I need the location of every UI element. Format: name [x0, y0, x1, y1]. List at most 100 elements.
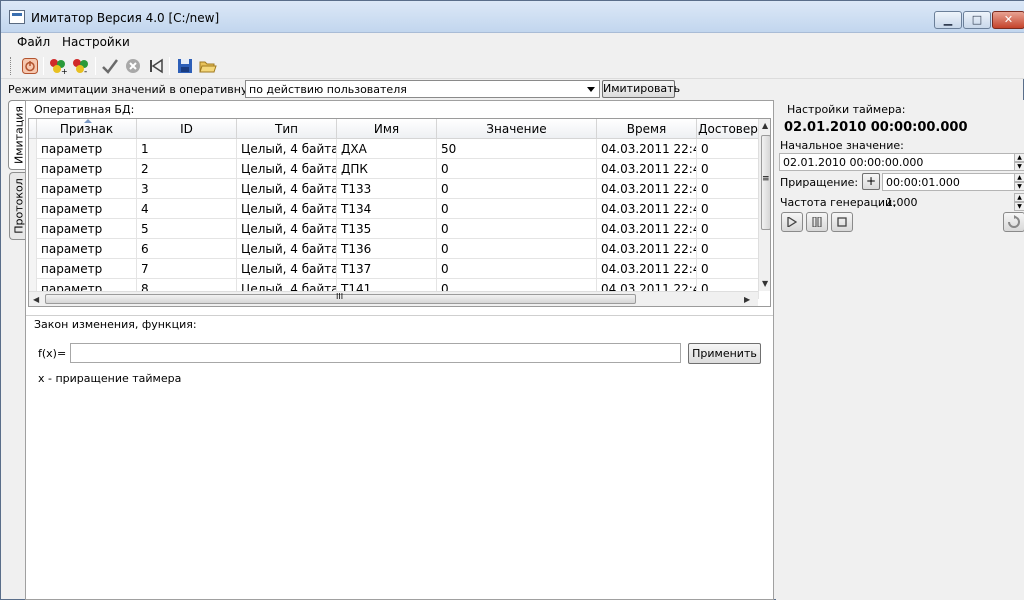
- table-cell[interactable]: 0: [437, 219, 597, 239]
- increment-field[interactable]: 00:00:01.000 ▲ ▼: [882, 173, 1024, 191]
- table-cell[interactable]: 1: [137, 139, 237, 159]
- table-row[interactable]: параметр 3 Целый, 4 байта Т133 0 04.03.2011 2…: [29, 179, 759, 199]
- spin-up-icon[interactable]: ▲: [1014, 153, 1024, 162]
- skip-start-icon[interactable]: [146, 56, 166, 76]
- horizontal-scrollbar[interactable]: ◀ III ▶: [29, 291, 758, 306]
- spin-up-icon[interactable]: ▲: [1014, 193, 1024, 202]
- table-cell[interactable]: Целый, 4 байта: [237, 199, 337, 219]
- table-cell[interactable]: 0: [697, 179, 759, 199]
- row-header[interactable]: [29, 199, 37, 219]
- spin-down-icon[interactable]: ▼: [1014, 182, 1024, 191]
- pause-button[interactable]: [806, 212, 828, 232]
- cancel-icon[interactable]: [123, 56, 143, 76]
- column-header[interactable]: Имя: [337, 119, 437, 139]
- table-cell[interactable]: 0: [697, 219, 759, 239]
- refresh-button[interactable]: [1003, 212, 1024, 232]
- save-icon[interactable]: [175, 56, 195, 76]
- apply-button[interactable]: Применить: [688, 343, 761, 364]
- fx-input[interactable]: [70, 343, 681, 363]
- close-button[interactable]: ✕: [992, 11, 1024, 29]
- table-cell[interactable]: 3: [137, 179, 237, 199]
- table-cell[interactable]: 0: [697, 199, 759, 219]
- table-cell[interactable]: параметр: [37, 239, 137, 259]
- scroll-down-icon[interactable]: ▼: [762, 279, 768, 288]
- menu-settings[interactable]: Настройки: [62, 35, 130, 49]
- table-cell[interactable]: Целый, 4 байта: [237, 259, 337, 279]
- scroll-right-icon[interactable]: ▶: [744, 295, 750, 304]
- spin-up-icon[interactable]: ▲: [1014, 173, 1024, 182]
- remove-parameters-icon[interactable]: -: [71, 56, 91, 76]
- horizontal-scroll-thumb[interactable]: III: [45, 292, 636, 304]
- table-cell[interactable]: 04.03.2011 22:4...: [597, 239, 697, 259]
- column-header[interactable]: Тип: [237, 119, 337, 139]
- table-cell[interactable]: 0: [437, 159, 597, 179]
- add-parameters-icon[interactable]: +: [48, 56, 68, 76]
- table-cell[interactable]: Целый, 4 байта: [237, 219, 337, 239]
- row-header[interactable]: [29, 139, 37, 159]
- table-row[interactable]: параметр 5 Целый, 4 байта Т135 0 04.03.2011 2…: [29, 219, 759, 239]
- power-icon[interactable]: [20, 56, 40, 76]
- table-cell[interactable]: 04.03.2011 22:4...: [597, 259, 697, 279]
- increment-sign-button[interactable]: +: [862, 173, 880, 190]
- vertical-scroll-thumb[interactable]: ≡: [761, 135, 770, 230]
- table-cell[interactable]: Т137: [337, 259, 437, 279]
- table-cell[interactable]: параметр: [37, 219, 137, 239]
- table-cell[interactable]: 5: [137, 219, 237, 239]
- table-cell[interactable]: Т134: [337, 199, 437, 219]
- table-row[interactable]: параметр 6 Целый, 4 байта Т136 0 04.03.2011 2…: [29, 239, 759, 259]
- open-folder-icon[interactable]: [198, 56, 218, 76]
- table-cell[interactable]: 04.03.2011 22:4...: [597, 159, 697, 179]
- play-button[interactable]: [781, 212, 803, 232]
- scroll-left-icon[interactable]: ◀: [33, 295, 39, 304]
- table-row[interactable]: параметр 2 Целый, 4 байта ДПК 0 04.03.2011 22…: [29, 159, 759, 179]
- table-cell[interactable]: Целый, 4 байта: [237, 159, 337, 179]
- row-header[interactable]: [29, 179, 37, 199]
- row-header[interactable]: [29, 259, 37, 279]
- stop-button[interactable]: [831, 212, 853, 232]
- column-header[interactable]: Достовер: [697, 119, 759, 139]
- column-header[interactable]: Значение: [437, 119, 597, 139]
- toolbar-grip[interactable]: [10, 57, 13, 75]
- table-cell[interactable]: параметр: [37, 199, 137, 219]
- table-cell[interactable]: 6: [137, 239, 237, 259]
- column-header[interactable]: ID: [137, 119, 237, 139]
- table-cell[interactable]: 50: [437, 139, 597, 159]
- scroll-up-icon[interactable]: ▲: [762, 121, 768, 130]
- table-cell[interactable]: Т135: [337, 219, 437, 239]
- simulate-button[interactable]: Имитировать: [602, 80, 680, 98]
- table-cell[interactable]: 7: [137, 259, 237, 279]
- menu-file[interactable]: Файл: [17, 35, 50, 49]
- maximize-button[interactable]: □: [963, 11, 991, 29]
- table-cell[interactable]: 0: [437, 259, 597, 279]
- table-cell[interactable]: 0: [697, 239, 759, 259]
- table-cell[interactable]: 04.03.2011 22:4...: [597, 139, 697, 159]
- table-cell[interactable]: параметр: [37, 259, 137, 279]
- table-row[interactable]: параметр 1 Целый, 4 байта ДХА 50 04.03.2011 2…: [29, 139, 759, 159]
- table-cell[interactable]: 4: [137, 199, 237, 219]
- table-cell[interactable]: Т136: [337, 239, 437, 259]
- minimize-button[interactable]: ▁: [934, 11, 962, 29]
- row-header[interactable]: [29, 219, 37, 239]
- table-row[interactable]: параметр 7 Целый, 4 байта Т137 0 04.03.2011 2…: [29, 259, 759, 279]
- table-cell[interactable]: 0: [437, 179, 597, 199]
- table-cell[interactable]: Целый, 4 байта: [237, 179, 337, 199]
- table-cell[interactable]: 0: [697, 139, 759, 159]
- table-cell[interactable]: параметр: [37, 139, 137, 159]
- table-cell[interactable]: 2: [137, 159, 237, 179]
- table-row[interactable]: параметр 4 Целый, 4 байта Т134 0 04.03.2011 2…: [29, 199, 759, 219]
- frequency-field[interactable]: 1,000 ▲ ▼: [882, 193, 1024, 211]
- table-cell[interactable]: Целый, 4 байта: [237, 139, 337, 159]
- table-cell[interactable]: 0: [697, 259, 759, 279]
- table-cell[interactable]: 04.03.2011 22:4...: [597, 179, 697, 199]
- table-cell[interactable]: ДПК: [337, 159, 437, 179]
- row-header[interactable]: [29, 239, 37, 259]
- table-cell[interactable]: ДХА: [337, 139, 437, 159]
- mode-select[interactable]: по действию пользователя: [245, 80, 600, 98]
- table-cell[interactable]: 0: [437, 239, 597, 259]
- start-value-field[interactable]: 02.01.2010 00:00:00.000 ▲ ▼: [779, 153, 1024, 171]
- column-header[interactable]: Время: [597, 119, 697, 139]
- table-cell[interactable]: параметр: [37, 179, 137, 199]
- table-cell[interactable]: 0: [437, 199, 597, 219]
- table-cell[interactable]: 0: [697, 159, 759, 179]
- spin-down-icon[interactable]: ▼: [1014, 202, 1024, 211]
